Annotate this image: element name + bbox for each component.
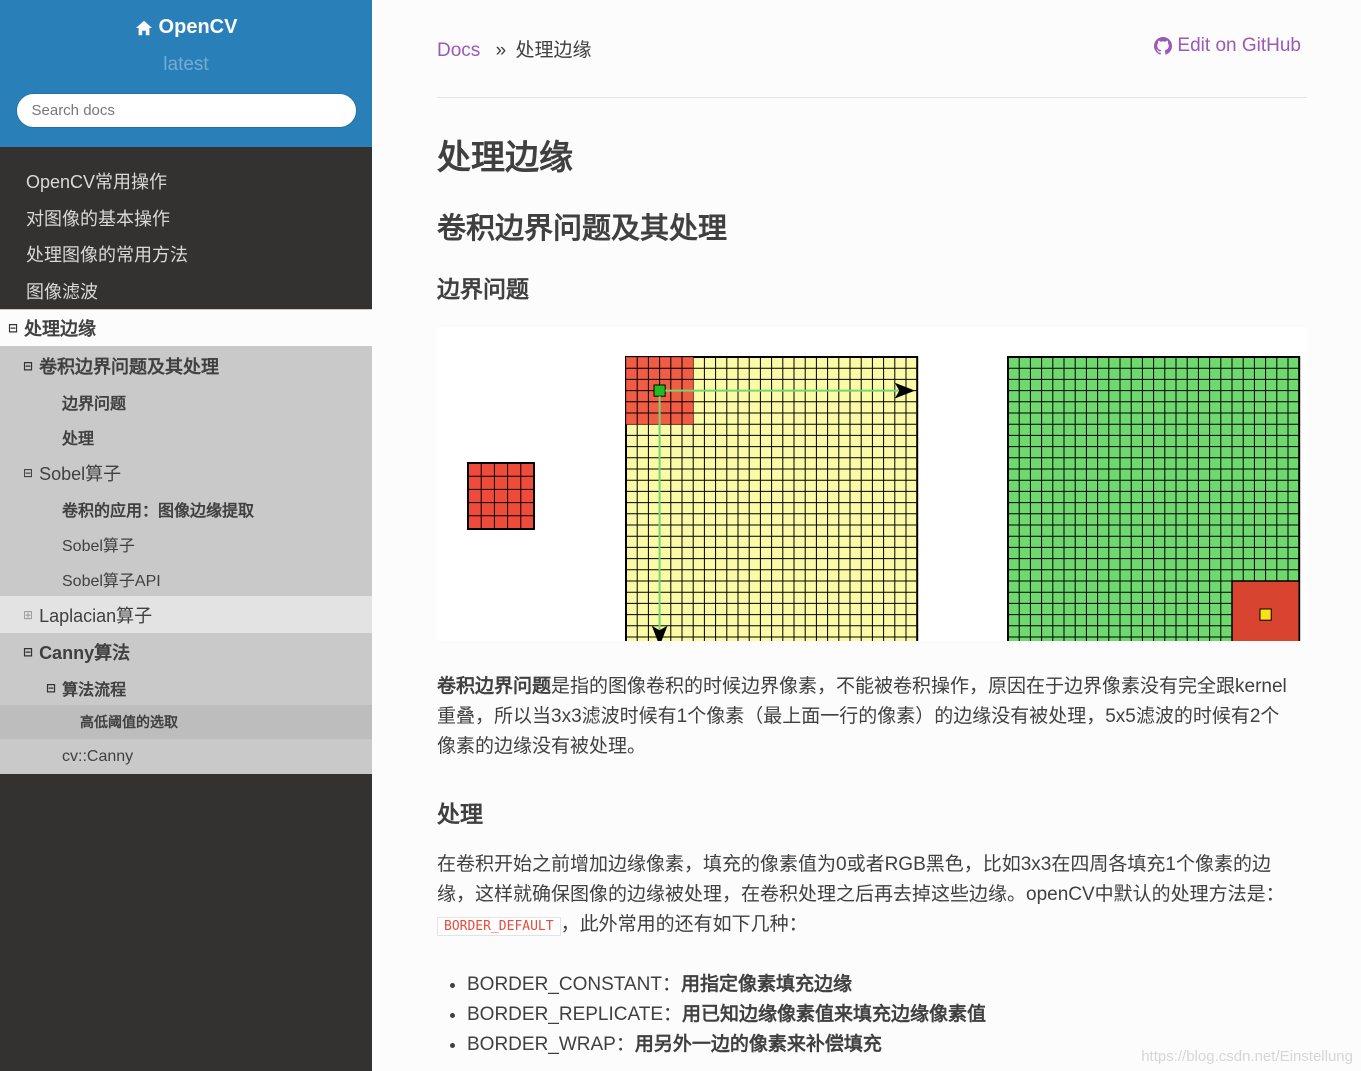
nav-item-sobel-api[interactable]: Sobel算子API: [0, 561, 372, 596]
brand-name: OpenCV: [158, 16, 238, 38]
kernel-center-pixel: [1259, 608, 1272, 621]
nav-item-algo-flow[interactable]: ⊟ 算法流程: [0, 670, 372, 705]
paragraph-handling: 在卷积开始之前增加边缘像素，填充的像素值为0或者RGB黑色，比如3x3在四周各填…: [437, 850, 1297, 942]
list-item: BORDER_WRAP：用另外一边的像素来补偿填充: [467, 1030, 986, 1060]
edit-on-github-label: Edit on GitHub: [1177, 35, 1301, 56]
kernel-center-pixel: [653, 384, 666, 397]
option-name: BORDER_WRAP：: [467, 1034, 635, 1055]
sidebar-header: OpenCV latest: [0, 0, 372, 147]
watermark: https://blog.csdn.net/Einstellung: [1141, 1048, 1353, 1065]
inline-code: BORDER_DEFAULT: [437, 917, 561, 936]
nav-item-threshold[interactable]: 高低阈值的选取: [0, 705, 372, 739]
nav-label: Laplacian算子: [39, 605, 153, 626]
nav-item-handling[interactable]: 处理: [0, 419, 372, 454]
breadcrumb-current: 处理边缘: [515, 40, 592, 61]
nav-item-boundary[interactable]: 边界问题: [0, 384, 372, 419]
option-name: BORDER_CONSTANT：: [467, 974, 681, 995]
nav-label: 卷积边界问题及其处理: [39, 356, 220, 377]
nav-item[interactable]: 处理图像的常用方法: [0, 236, 372, 273]
paragraph-text: 是指的图像卷积的时候边界像素，不能被卷积操作，原因在于边界像素没有完全跟kern…: [437, 676, 1287, 757]
collapse-icon[interactable]: ⊟: [23, 359, 33, 373]
nav-item[interactable]: 对图像的基本操作: [0, 200, 372, 237]
paragraph-boundary-problem: 卷积边界问题是指的图像卷积的时候边界像素，不能被卷积操作，原因在于边界像素没有完…: [437, 672, 1297, 762]
nav-label: Sobel算子: [39, 463, 122, 484]
nav-item-canny[interactable]: ⊟ Canny算法: [0, 633, 372, 670]
nav-item-laplacian[interactable]: ⊞ Laplacian算子: [0, 596, 372, 633]
option-desc: 用已知边缘像素值来填充边缘像素值: [682, 1004, 987, 1025]
paragraph-text: 在卷积开始之前增加边缘像素，填充的像素值为0或者RGB黑色，比如3x3在四周各填…: [437, 854, 1285, 905]
search-box[interactable]: [15, 92, 357, 128]
subsection-heading-problem: 边界问题: [437, 276, 529, 302]
breadcrumb-docs-link[interactable]: Docs: [437, 40, 480, 61]
figure-svg: [467, 356, 1301, 650]
option-desc: 用另外一边的像素来补偿填充: [634, 1034, 882, 1055]
nav-item-conv-app[interactable]: 卷积的应用：图像边缘提取: [0, 491, 372, 526]
collapse-icon[interactable]: ⊟: [23, 645, 33, 659]
nav-item-cv-canny[interactable]: cv::Canny: [0, 739, 372, 774]
collapse-icon[interactable]: ⊟: [23, 466, 33, 480]
output-image-grid: [1007, 356, 1301, 650]
page-title: 处理边缘: [437, 139, 573, 177]
breadcrumb: Docs » 处理边缘 Edit on GitHub: [437, 35, 1307, 61]
header-divider: [437, 97, 1307, 98]
github-icon: [1154, 37, 1173, 55]
option-name: BORDER_REPLICATE：: [467, 1004, 683, 1025]
subsection-heading-handling: 处理: [437, 801, 483, 827]
nav-item[interactable]: OpenCV常用操作: [0, 163, 372, 200]
input-image-grid: [625, 356, 919, 650]
nav-item-sobel[interactable]: ⊟ Sobel算子: [0, 454, 372, 491]
nav-item-current[interactable]: ⊟ 处理边缘: [0, 309, 372, 347]
home-icon: [135, 20, 152, 35]
search-input[interactable]: [31, 101, 332, 119]
nav-subtree: ⊟ 卷积边界问题及其处理 边界问题 处理 ⊟ Sobel算子 卷积的应用：图像边…: [0, 347, 372, 774]
edit-on-github-link[interactable]: Edit on GitHub: [1154, 35, 1301, 57]
sidebar-nav: OpenCV常用操作 对图像的基本操作 处理图像的常用方法 图像滤波 ⊟ 处理边…: [0, 163, 372, 774]
list-item: BORDER_REPLICATE：用已知边缘像素值来填充边缘像素值: [467, 1000, 986, 1030]
collapse-icon[interactable]: ⊟: [8, 321, 18, 335]
option-desc: 用指定像素填充边缘: [680, 974, 852, 995]
nav-label: 算法流程: [62, 681, 127, 699]
section-heading: 卷积边界问题及其处理: [437, 213, 728, 245]
list-item: BORDER_CONSTANT：用指定像素填充边缘: [467, 970, 986, 1000]
nav-item-sobel-op[interactable]: Sobel算子: [0, 526, 372, 561]
nav-item-conv[interactable]: ⊟ 卷积边界问题及其处理: [0, 347, 372, 384]
sidebar: OpenCV latest OpenCV常用操作 对图像的基本操作 处理图像的常…: [0, 0, 372, 1071]
convolution-border-figure: [437, 327, 1307, 650]
nav-current-label: 处理边缘: [24, 319, 97, 339]
collapse-icon[interactable]: ⊟: [46, 681, 56, 695]
kernel-grid: [467, 462, 535, 530]
nav-item[interactable]: 图像滤波: [0, 273, 372, 310]
nav-label: Canny算法: [39, 642, 131, 663]
breadcrumb-separator: »: [495, 40, 507, 61]
version-label: latest: [163, 53, 209, 75]
brand-link[interactable]: OpenCV: [135, 16, 238, 39]
expand-icon[interactable]: ⊞: [23, 608, 33, 622]
border-options-list: BORDER_CONSTANT：用指定像素填充边缘 BORDER_REPLICA…: [467, 970, 986, 1060]
bold-term: 卷积边界问题: [437, 676, 552, 697]
paragraph-text: ，此外常用的还有如下几种：: [560, 914, 808, 935]
